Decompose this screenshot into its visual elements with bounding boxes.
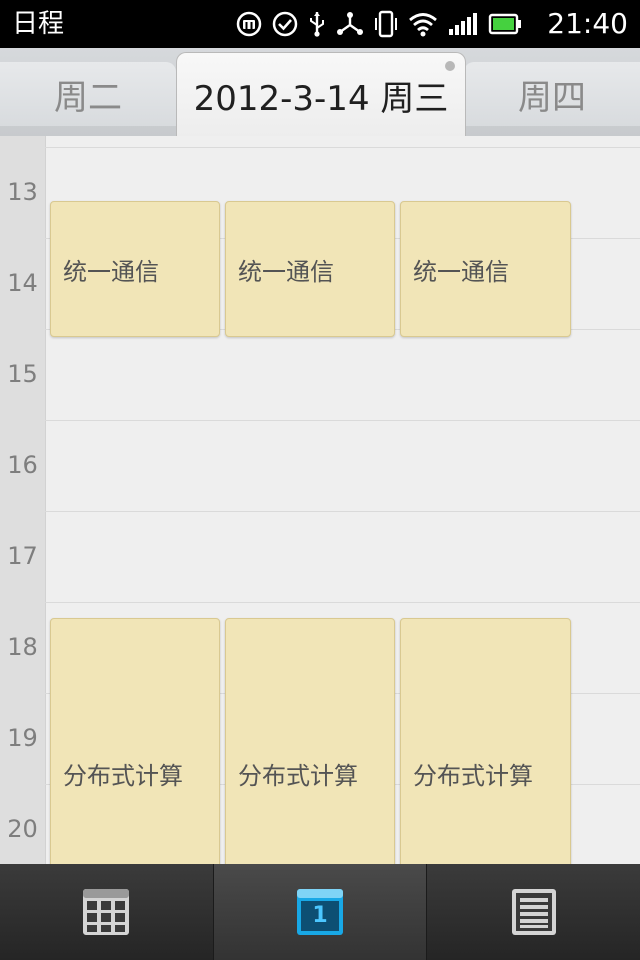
wifi-icon	[409, 13, 437, 37]
event-title: 分布式计算	[413, 761, 533, 790]
event-card[interactable]: 分布式计算	[50, 618, 220, 864]
event-title: 统一通信	[413, 257, 509, 286]
hour-grid-line	[45, 147, 640, 148]
hour-grid-line	[45, 420, 640, 421]
share-icon	[337, 12, 363, 35]
nav-day-view-button[interactable]: 1	[213, 864, 428, 960]
status-time: 21:40	[547, 7, 628, 40]
day-timeline[interactable]: 13 14 15 16 17 18 19 20 统一通信 统一通信 统一通信 分…	[0, 136, 640, 864]
event-title: 分布式计算	[63, 761, 183, 790]
event-title: 统一通信	[63, 257, 159, 286]
agenda-list-icon	[511, 889, 556, 935]
event-card[interactable]: 分布式计算	[400, 618, 571, 864]
hour-label: 18	[7, 633, 38, 661]
status-bar: 日程 21:40	[0, 0, 640, 48]
tab-next-day[interactable]: 周四	[464, 62, 640, 126]
hour-label: 16	[7, 451, 38, 479]
nav-agenda-view-button[interactable]	[427, 864, 640, 960]
nav-month-view-button[interactable]	[0, 864, 214, 960]
day-number: 1	[312, 903, 328, 928]
day-tabs: 周二 周四 2012-3-14 周三	[0, 48, 640, 137]
usb-icon	[310, 12, 324, 37]
event-title: 分布式计算	[238, 761, 358, 790]
mi-icon	[236, 11, 262, 37]
event-card[interactable]: 统一通信	[50, 201, 220, 337]
hour-label: 20	[7, 815, 38, 843]
signal-icon	[449, 13, 477, 35]
event-title: 统一通信	[238, 257, 334, 286]
hour-label: 17	[7, 542, 38, 570]
hour-label: 14	[7, 269, 38, 297]
hour-grid-line	[45, 511, 640, 512]
day-calendar-icon: 1	[296, 888, 344, 936]
current-date-label: 2012-3-14 周三	[193, 78, 449, 119]
event-card[interactable]: 分布式计算	[225, 618, 395, 864]
vibrate-icon	[375, 10, 397, 38]
app-title: 日程	[12, 9, 65, 39]
status-icons	[236, 8, 522, 40]
hour-column	[0, 136, 46, 864]
check-circle-icon	[272, 11, 298, 37]
event-card[interactable]: 统一通信	[225, 201, 395, 337]
bottom-nav: 1	[0, 864, 640, 960]
tab-previous-day[interactable]: 周二	[0, 62, 176, 126]
tab-indicator-dot	[445, 61, 455, 71]
battery-icon	[488, 13, 521, 35]
hour-grid-line	[45, 602, 640, 603]
hour-label: 19	[7, 724, 38, 752]
tab-current-day[interactable]: 2012-3-14 周三	[176, 52, 466, 137]
event-card[interactable]: 统一通信	[400, 201, 571, 337]
month-grid-icon	[83, 889, 130, 935]
hour-label: 15	[7, 360, 38, 388]
hour-label: 13	[7, 178, 38, 206]
